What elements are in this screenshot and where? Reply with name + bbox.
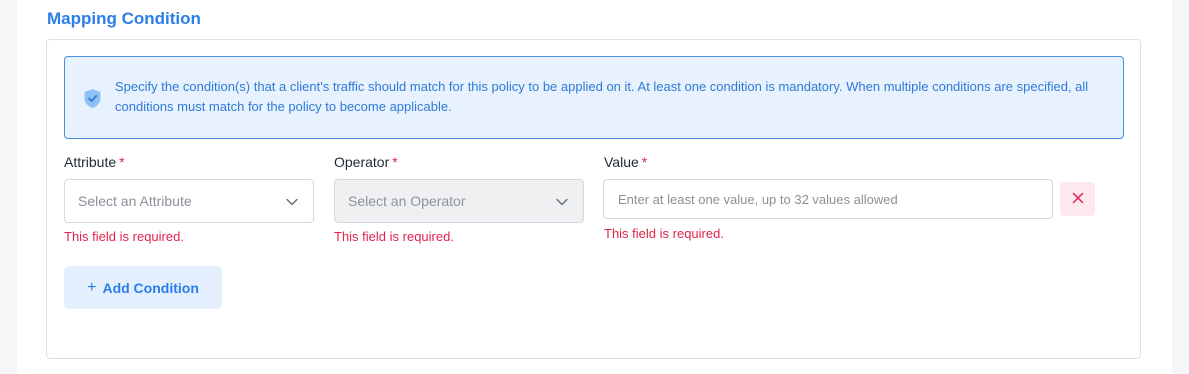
chevron-down-icon: [285, 195, 299, 209]
mapping-condition-card: Specify the condition(s) that a client's…: [46, 39, 1141, 359]
info-text: Specify the condition(s) that a client's…: [115, 79, 1089, 114]
plus-icon: +: [87, 278, 97, 296]
section-title: Mapping Condition: [47, 9, 201, 28]
operator-label-text: Operator: [334, 154, 390, 170]
close-icon: [1072, 192, 1084, 207]
page: Mapping Condition Specify the condition(…: [17, 0, 1172, 374]
attribute-label: Attribute *: [64, 154, 125, 170]
attribute-select[interactable]: Select an Attribute: [64, 179, 314, 223]
operator-select[interactable]: Select an Operator: [334, 179, 584, 223]
value-error: This field is required.: [604, 226, 724, 241]
info-banner: Specify the condition(s) that a client's…: [64, 56, 1124, 139]
chevron-down-icon: [555, 195, 569, 209]
value-label: Value *: [604, 154, 647, 170]
add-condition-label: Add Condition: [102, 279, 199, 296]
attribute-error: This field is required.: [64, 229, 184, 244]
required-mark: *: [119, 154, 125, 170]
attribute-select-placeholder: Select an Attribute: [78, 193, 192, 209]
add-condition-button[interactable]: + Add Condition: [64, 266, 222, 309]
remove-condition-button[interactable]: [1060, 182, 1095, 216]
shield-check-icon: [83, 88, 102, 109]
value-label-text: Value: [604, 154, 639, 170]
required-mark: *: [641, 154, 648, 170]
attribute-label-text: Attribute: [64, 154, 117, 170]
operator-select-placeholder: Select an Operator: [348, 193, 466, 209]
operator-label: Operator *: [334, 154, 398, 170]
operator-error: This field is required.: [334, 229, 454, 244]
value-input[interactable]: [603, 179, 1053, 219]
required-mark: *: [392, 154, 398, 170]
